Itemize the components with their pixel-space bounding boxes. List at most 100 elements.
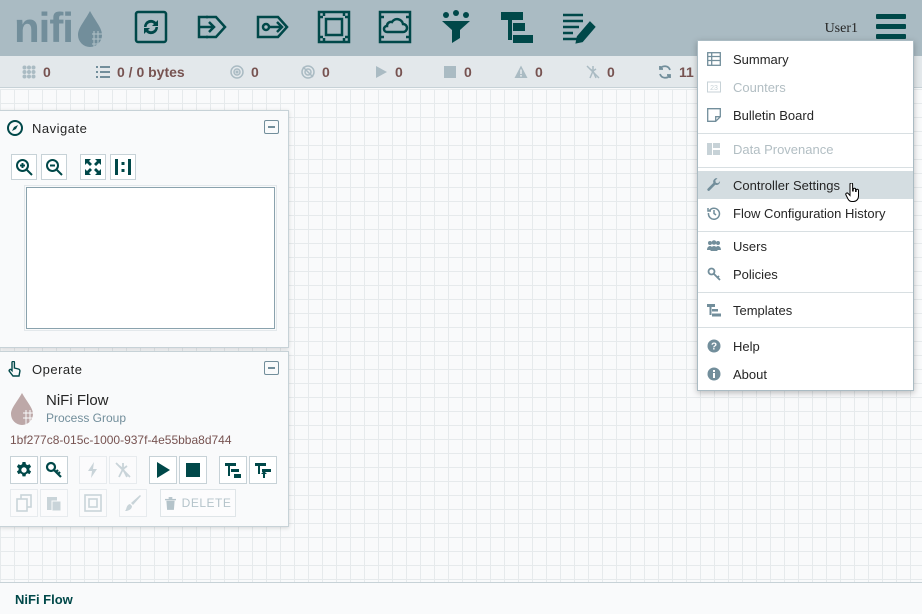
- svg-text:23: 23: [710, 85, 718, 92]
- help-icon: ?: [707, 339, 721, 353]
- menu-item-summary[interactable]: Summary: [698, 45, 913, 73]
- create-template-button[interactable]: [219, 456, 247, 484]
- compass-icon: [7, 120, 23, 136]
- process-group-icon[interactable]: [316, 9, 352, 45]
- active-threads-stat: 0: [22, 64, 51, 80]
- birdseye-view[interactable]: [24, 185, 277, 331]
- queued-stat: 0 / 0 bytes: [96, 64, 185, 80]
- copy-icon: [16, 494, 32, 512]
- refresh-stat[interactable]: 11: [658, 64, 694, 80]
- paste-button[interactable]: [40, 489, 68, 517]
- label-icon[interactable]: [560, 9, 596, 45]
- stop-icon: [186, 463, 200, 477]
- zoom-out-icon: [46, 159, 63, 176]
- upload-template-button[interactable]: [249, 456, 277, 484]
- process-group-drop-icon: [11, 393, 33, 425]
- fit-screen-icon: [85, 159, 101, 175]
- actual-size-button[interactable]: [110, 154, 136, 180]
- global-menu-button[interactable]: [876, 14, 906, 42]
- menu-item-bulletin-board[interactable]: Bulletin Board: [698, 101, 913, 129]
- menu-item-flow-configuration-history[interactable]: Flow Configuration History: [698, 199, 913, 227]
- input-port-icon[interactable]: [194, 9, 230, 45]
- hamburger-bar: [876, 14, 906, 19]
- global-menu: Summary 23 Counters Bulletin Board Data …: [697, 40, 914, 391]
- play-icon: [374, 65, 388, 79]
- remote-process-group-icon[interactable]: [377, 9, 413, 45]
- list-icon: [96, 65, 110, 79]
- delete-button[interactable]: DELETE: [160, 489, 236, 517]
- copy-button[interactable]: [10, 489, 38, 517]
- processor-icon[interactable]: [133, 9, 169, 45]
- hamburger-bar: [876, 34, 906, 39]
- trash-icon: [164, 496, 176, 510]
- history-icon: [707, 206, 721, 220]
- menu-item-counters[interactable]: 23 Counters: [698, 73, 913, 101]
- table-icon: [707, 52, 721, 66]
- not-transmitting-icon: [301, 65, 315, 79]
- color-button[interactable]: [119, 489, 147, 517]
- current-user[interactable]: User1: [825, 21, 858, 37]
- funnel-icon[interactable]: [438, 9, 474, 45]
- menu-item-templates[interactable]: Templates: [698, 296, 913, 324]
- menu-separator: [698, 292, 913, 293]
- key-icon: [707, 267, 721, 281]
- disabled-stat: 0: [586, 64, 615, 80]
- zoom-in-button[interactable]: [11, 154, 37, 180]
- water-drop-logo-icon: [78, 11, 102, 47]
- enable-button[interactable]: [79, 456, 107, 484]
- menu-item-data-provenance[interactable]: Data Provenance: [698, 135, 913, 163]
- selection-type: Process Group: [46, 411, 127, 425]
- output-port-icon[interactable]: [255, 9, 291, 45]
- group-button[interactable]: [79, 489, 107, 517]
- menu-item-about[interactable]: About: [698, 360, 913, 388]
- start-button[interactable]: [149, 456, 177, 484]
- lightning-icon: [88, 462, 97, 478]
- actual-size-icon: [115, 159, 131, 175]
- svg-text:?: ?: [711, 342, 717, 353]
- collapse-operate-button[interactable]: [264, 361, 279, 375]
- wrench-icon: [707, 178, 721, 192]
- warning-icon: [514, 65, 528, 79]
- stop-button[interactable]: [179, 456, 207, 484]
- play-icon: [157, 462, 170, 478]
- operate-header: Operate: [0, 352, 288, 386]
- disable-button[interactable]: [109, 456, 137, 484]
- nifi-logo: nifi: [14, 6, 106, 50]
- logo-text: nifi: [14, 4, 74, 51]
- menu-separator: [698, 167, 913, 168]
- upload-template-icon: [255, 463, 271, 478]
- refresh-icon[interactable]: [658, 65, 672, 79]
- transmitting-icon: [230, 65, 244, 79]
- group-icon: [84, 494, 102, 512]
- menu-item-users[interactable]: Users: [698, 232, 913, 260]
- breadcrumb-root[interactable]: NiFi Flow: [15, 592, 73, 607]
- operate-title: Operate: [32, 362, 83, 377]
- stopped-stat: 0: [443, 64, 472, 80]
- provenance-icon: [707, 142, 721, 156]
- paste-icon: [47, 497, 62, 512]
- navigate-panel: Navigate: [0, 110, 289, 348]
- templates-icon: [707, 303, 721, 317]
- zoom-out-button[interactable]: [41, 154, 67, 180]
- running-stat: 0: [374, 64, 403, 80]
- collapse-navigate-button[interactable]: [264, 120, 279, 134]
- breadcrumb-bar: NiFi Flow: [0, 582, 922, 614]
- menu-item-help[interactable]: ? Help: [698, 332, 913, 360]
- template-icon[interactable]: [499, 9, 535, 45]
- menu-separator: [698, 327, 913, 328]
- fit-button[interactable]: [80, 154, 106, 180]
- invalid-stat: 0: [514, 64, 543, 80]
- operate-panel: Operate NiFi Flow Process Group 1bf277c8…: [0, 351, 289, 527]
- create-template-icon: [225, 463, 241, 478]
- stop-icon: [443, 65, 457, 79]
- selection-name: NiFi Flow: [46, 392, 109, 409]
- disabled-icon: [586, 65, 600, 79]
- transmitting-stat: 0: [230, 64, 259, 80]
- menu-item-controller-settings[interactable]: Controller Settings: [698, 171, 913, 199]
- navigate-header: Navigate: [0, 111, 288, 145]
- configure-button[interactable]: [10, 456, 38, 484]
- access-policies-button[interactable]: [40, 456, 68, 484]
- menu-item-policies[interactable]: Policies: [698, 260, 913, 288]
- hamburger-bar: [876, 24, 906, 29]
- selection-id: 1bf277c8-015c-1000-937f-4e55bba8d744: [10, 433, 232, 447]
